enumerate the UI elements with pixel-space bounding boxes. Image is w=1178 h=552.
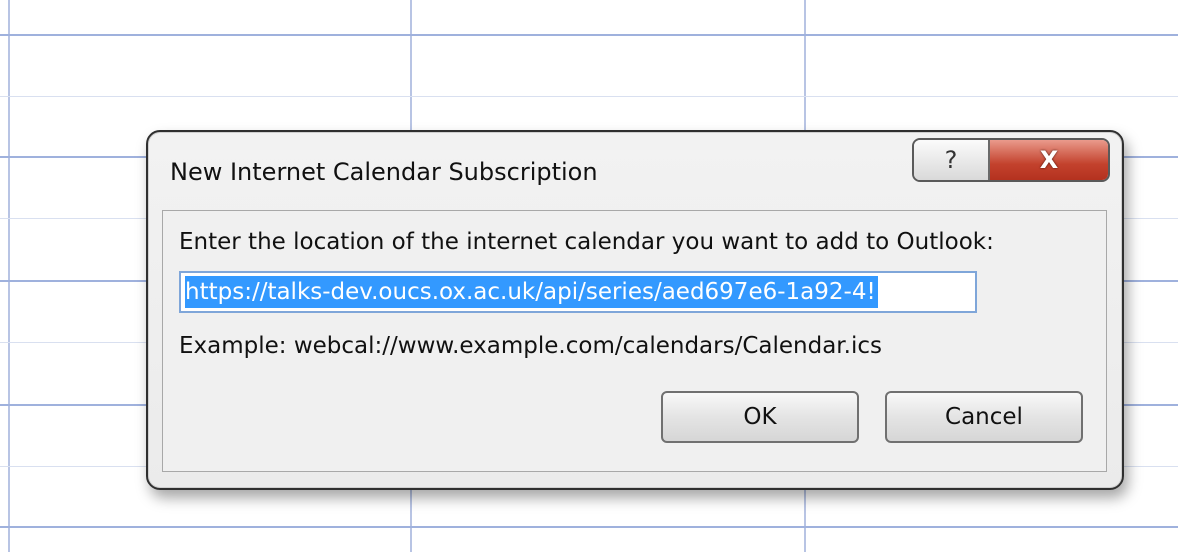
ok-button[interactable]: OK <box>661 391 859 443</box>
example-text: Example: webcal://www.example.com/calend… <box>179 333 882 359</box>
grid-row-line <box>0 526 1178 528</box>
close-icon: X <box>1039 146 1059 174</box>
grid-row-line <box>0 96 1178 97</box>
location-prompt: Enter the location of the internet calen… <box>179 229 994 255</box>
close-button[interactable]: X <box>990 140 1108 180</box>
caption-buttons: ? X <box>912 138 1110 182</box>
dialog-title: New Internet Calendar Subscription <box>170 158 598 186</box>
calendar-url-value: https://talks-dev.oucs.ox.ac.uk/api/seri… <box>185 276 878 308</box>
subscription-dialog: New Internet Calendar Subscription ? X E… <box>146 130 1124 490</box>
grid-row-line <box>0 34 1178 36</box>
help-icon: ? <box>944 146 958 174</box>
dialog-content: Enter the location of the internet calen… <box>162 210 1107 472</box>
calendar-url-input[interactable]: https://talks-dev.oucs.ox.ac.uk/api/seri… <box>179 271 977 313</box>
cancel-button[interactable]: Cancel <box>885 391 1083 443</box>
grid-column-line <box>8 0 10 552</box>
help-button[interactable]: ? <box>914 140 990 180</box>
